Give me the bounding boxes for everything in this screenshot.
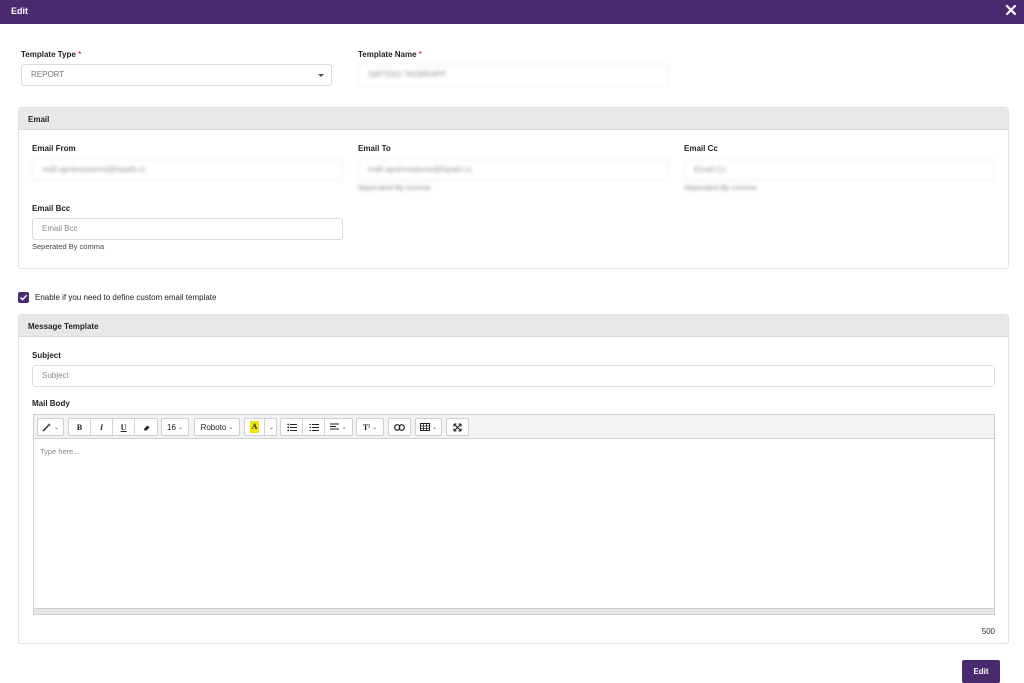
magic-wand-icon[interactable]: ⌄ bbox=[38, 419, 63, 435]
close-icon[interactable] bbox=[1004, 3, 1018, 17]
editor-toolbar: ⌄ B I U 16 ⌄ Roboto ⌄ A ⌄ ⌄ T I ⌄ ⌄ bbox=[33, 414, 995, 439]
modal-title: Edit bbox=[11, 6, 28, 16]
char-counter: 500 bbox=[981, 627, 995, 636]
modal-titlebar: Edit bbox=[0, 0, 1024, 24]
email-cc-helper: Seperated By comma bbox=[684, 183, 757, 192]
ordered-list-icon[interactable] bbox=[303, 419, 325, 435]
fullscreen-icon[interactable] bbox=[447, 419, 468, 435]
font-size-select[interactable]: 16 ⌄ bbox=[161, 418, 189, 436]
template-name-input[interactable]: SMTSSO TADBRAPP bbox=[358, 64, 669, 86]
align-icon[interactable]: ⌄ bbox=[325, 419, 352, 435]
fullscreen-group bbox=[446, 418, 469, 436]
table-icon[interactable]: ⌄ bbox=[416, 419, 441, 435]
text-style-icon[interactable]: T I ⌄ bbox=[357, 419, 383, 435]
text-color-dropdown[interactable]: ⌄ bbox=[265, 419, 276, 435]
font-family-value: Roboto bbox=[200, 422, 227, 432]
edit-submit-button[interactable]: Edit bbox=[962, 660, 1000, 683]
chevron-down-icon bbox=[318, 74, 324, 77]
font-size-value: 16 bbox=[167, 422, 176, 432]
message-template-title: Message Template bbox=[28, 322, 99, 331]
mail-body-editor[interactable]: Type here... bbox=[33, 439, 995, 609]
subject-input[interactable]: Subject bbox=[32, 365, 995, 387]
custom-template-checkbox[interactable] bbox=[18, 292, 29, 303]
eraser-icon[interactable] bbox=[135, 419, 157, 435]
mail-body-placeholder: Type here... bbox=[40, 447, 80, 456]
editor-resize-handle[interactable] bbox=[33, 609, 995, 615]
paragraph-group: ⌄ bbox=[280, 418, 353, 436]
email-panel-title: Email bbox=[28, 115, 50, 124]
email-cc-label: Email Cc bbox=[684, 144, 718, 153]
style-group: ⌄ bbox=[37, 418, 64, 436]
email-to-label: Email To bbox=[358, 144, 391, 153]
bold-icon[interactable]: B bbox=[69, 419, 91, 435]
email-panel-header: Email bbox=[19, 108, 1008, 130]
email-to-helper: Seperated By comma bbox=[358, 183, 431, 192]
font-family-select[interactable]: Roboto ⌄ bbox=[194, 418, 240, 436]
email-bcc-helper: Seperated By comma bbox=[32, 242, 105, 251]
text-color-icon[interactable]: A bbox=[245, 419, 265, 435]
template-name-label: Template Name * bbox=[358, 50, 422, 59]
email-to-input[interactable]: mdfi.apnlmctdoms@fopafo.ci bbox=[358, 159, 669, 181]
custom-template-checkbox-label: Enable if you need to define custom emai… bbox=[35, 293, 217, 302]
table-group: ⌄ bbox=[415, 418, 442, 436]
email-bcc-input[interactable]: Email Bcc bbox=[32, 218, 343, 240]
template-type-value: REPORT bbox=[31, 70, 65, 79]
text-color-group: A ⌄ bbox=[244, 418, 277, 436]
message-template-header: Message Template bbox=[19, 315, 1008, 337]
email-cc-input[interactable]: Email Cc bbox=[684, 159, 995, 181]
mail-body-label: Mail Body bbox=[32, 399, 70, 408]
email-from-label: Email From bbox=[32, 144, 76, 153]
italic-icon[interactable]: I bbox=[91, 419, 113, 435]
link-icon[interactable] bbox=[389, 419, 410, 435]
email-from-input[interactable]: mdfi.apnlmctdoms@fopafo.ci bbox=[32, 159, 343, 181]
template-type-label: Template Type * bbox=[21, 50, 82, 59]
text-style-group: T I ⌄ bbox=[356, 418, 384, 436]
subject-label: Subject bbox=[32, 351, 61, 360]
link-group bbox=[388, 418, 411, 436]
email-panel: Email bbox=[18, 107, 1009, 269]
underline-icon[interactable]: U bbox=[113, 419, 135, 435]
format-group: B I U bbox=[68, 418, 158, 436]
unordered-list-icon[interactable] bbox=[281, 419, 303, 435]
template-type-select[interactable]: REPORT bbox=[21, 64, 332, 86]
email-bcc-label: Email Bcc bbox=[32, 204, 71, 213]
